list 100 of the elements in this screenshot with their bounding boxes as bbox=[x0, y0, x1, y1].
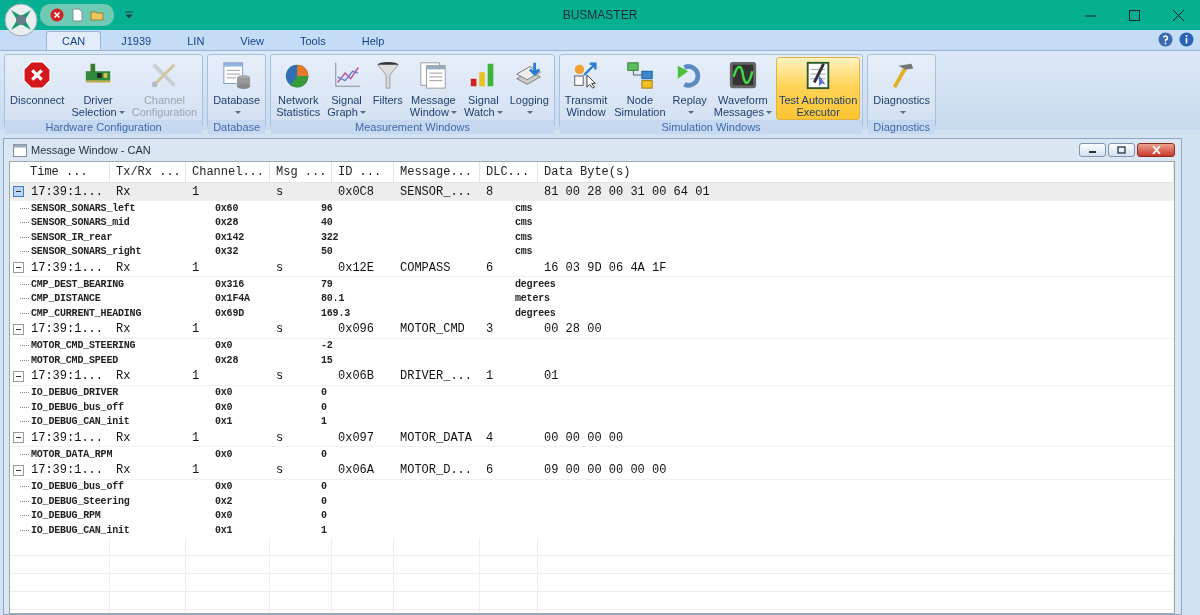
stop-icon bbox=[22, 60, 53, 90]
physical-value: 1 bbox=[321, 416, 328, 428]
column-header[interactable]: Data Byte(s) bbox=[538, 162, 1174, 182]
ribbon-tab[interactable]: Help bbox=[345, 31, 401, 50]
close-button[interactable] bbox=[1137, 143, 1175, 157]
ribbon-button[interactable]: Node Simulation bbox=[611, 57, 669, 120]
ribbon-button[interactable]: Driver Selection bbox=[68, 57, 128, 120]
raw-value: 0x142 bbox=[215, 231, 245, 243]
message-row[interactable]: 17:39:1... Rx 1 s 0x096 MOTOR_CMD 3 00 28 00 bbox=[10, 320, 1174, 339]
signal-name: IO_DEBUG_bus_off bbox=[31, 401, 124, 413]
raw-value: 0x69D bbox=[215, 307, 245, 319]
ribbon-tab[interactable]: View bbox=[224, 31, 280, 50]
table-cell: 17:39:1... bbox=[31, 430, 103, 445]
ribbon-button[interactable]: Waveform Messages bbox=[710, 57, 775, 120]
table-cell-text: Rx bbox=[115, 369, 132, 383]
group-label: Hardware Configuration bbox=[5, 120, 203, 134]
column-header[interactable]: DLC... bbox=[480, 162, 538, 182]
close-icon bbox=[1172, 9, 1184, 21]
help-icon[interactable] bbox=[1158, 32, 1173, 47]
window-title: Message Window - CAN bbox=[31, 144, 151, 156]
column-header[interactable]: Message... bbox=[394, 162, 480, 182]
table-cell-text: SENSOR_... bbox=[399, 184, 473, 199]
collapse-icon[interactable] bbox=[13, 323, 24, 335]
physical-value: 80.1 bbox=[321, 293, 346, 305]
message-row[interactable]: 17:39:1... Rx 1 s 0x0C8 SENSOR_... 8 81 00 28 00 31 00 64 01 bbox=[10, 183, 1174, 201]
message-row[interactable]: 17:39:1... Rx 1 s 0x06B DRIVER_... 1 01 bbox=[10, 367, 1174, 386]
physical-value: 40 bbox=[321, 217, 334, 229]
collapse-icon[interactable] bbox=[13, 432, 24, 443]
maximize-icon bbox=[1128, 9, 1140, 21]
ribbon-button[interactable]: Signal Watch bbox=[460, 57, 506, 120]
table-cell-text: s bbox=[275, 369, 285, 383]
ribbon-tab[interactable]: LIN bbox=[171, 31, 221, 50]
ribbon-button[interactable]: Test Automation Executor bbox=[776, 57, 861, 120]
raw-value: 0x28 bbox=[215, 217, 240, 229]
signal-name: CMP_CURRENT_HEADING bbox=[31, 307, 142, 319]
raw-value: 0x0 bbox=[215, 387, 234, 399]
new-document-icon[interactable] bbox=[70, 8, 84, 22]
raw-value: 0x1 bbox=[215, 416, 234, 428]
ribbon-button[interactable]: Disconnect bbox=[7, 57, 68, 120]
table-cell-text: Rx bbox=[115, 184, 132, 199]
message-row[interactable]: 17:39:1... Rx 1 s 0x097 MOTOR_DATA 4 00 00 00 00 bbox=[10, 429, 1174, 447]
ribbon-tab[interactable]: Tools bbox=[284, 31, 342, 50]
signal-name: CMP_DEST_BEARING bbox=[31, 278, 124, 290]
ribbon-tab[interactable]: J1939 bbox=[105, 31, 168, 50]
raw-value: 0x60 bbox=[215, 202, 240, 214]
raw-value: 0x32 bbox=[215, 246, 240, 258]
ribbon-button[interactable]: Replay bbox=[669, 57, 710, 120]
signal-name: SENSOR_SONARS_left bbox=[31, 202, 136, 214]
physical-value: 0 bbox=[321, 495, 328, 507]
column-header[interactable]: Tx/Rx ... bbox=[110, 162, 186, 182]
signal-unit: cms bbox=[515, 231, 534, 243]
message-row[interactable]: 17:39:1... Rx 1 s 0x06A MOTOR_D... 6 09 00 00 00 00 00 bbox=[10, 461, 1174, 480]
signal-name: IO_DEBUG_bus_off bbox=[31, 481, 124, 493]
ribbon-button[interactable]: Diagnostics bbox=[870, 57, 934, 120]
restore-button[interactable] bbox=[1108, 143, 1135, 157]
close-icon[interactable] bbox=[50, 8, 64, 22]
ribbon-button[interactable]: Database bbox=[210, 57, 264, 120]
collapse-icon[interactable] bbox=[13, 262, 24, 273]
table-cell-text: Rx bbox=[115, 260, 132, 275]
column-header[interactable]: Channel... bbox=[186, 162, 270, 182]
raw-value: 0x1F4A bbox=[215, 293, 251, 305]
physical-value: 1 bbox=[321, 524, 328, 536]
minimize-button[interactable] bbox=[1079, 143, 1106, 157]
ribbon-button[interactable]: Filters bbox=[369, 57, 406, 120]
table-cell-text: Rx bbox=[115, 463, 132, 477]
table-cell: 17:39:1... bbox=[31, 369, 103, 383]
column-header[interactable]: Time ... bbox=[10, 162, 110, 182]
table-cell-text: DRIVER_... bbox=[399, 369, 473, 383]
ribbon-button[interactable]: Message Window bbox=[406, 57, 460, 120]
table-cell-text: 3 bbox=[485, 322, 495, 336]
ribbon-button[interactable]: Logging bbox=[506, 57, 552, 120]
raw-value: 0x0 bbox=[215, 340, 234, 352]
message-row[interactable]: 17:39:1... Rx 1 s 0x12E COMPASS 6 16 03 9D 06 4A 1F bbox=[10, 259, 1174, 277]
table-cell-text: 6 bbox=[485, 260, 495, 275]
ribbon-tab[interactable]: CAN bbox=[46, 31, 102, 50]
table-cell-text: 0x12E bbox=[337, 260, 375, 275]
wave-icon bbox=[727, 60, 758, 90]
info-icon[interactable] bbox=[1179, 32, 1194, 47]
table-cell-text: 1 bbox=[191, 260, 201, 275]
caret-icon[interactable] bbox=[124, 11, 134, 19]
table-cell-text: COMPASS bbox=[399, 260, 452, 275]
signal-name: IO_DEBUG_CAN_init bbox=[31, 524, 130, 536]
table-cell-text: 1 bbox=[191, 463, 201, 477]
table-cell-text: s bbox=[275, 260, 285, 275]
signal-name: SENSOR_SONARS_mid bbox=[31, 217, 130, 229]
ribbon-button[interactable]: Network Statistics bbox=[273, 57, 324, 120]
collapse-icon[interactable] bbox=[13, 464, 24, 476]
signal-name: IO_DEBUG_Steering bbox=[31, 495, 130, 507]
window-icon bbox=[13, 143, 27, 157]
signal-name: IO_DEBUG_DRIVER bbox=[31, 387, 118, 399]
signal-name: IO_DEBUG_CAN_init bbox=[31, 416, 130, 428]
physical-value: 322 bbox=[321, 231, 340, 243]
collapse-icon[interactable] bbox=[13, 186, 24, 197]
column-header[interactable]: ID ... bbox=[332, 162, 394, 182]
ribbon-button[interactable]: Signal Graph bbox=[324, 57, 369, 120]
table-cell-text: MOTOR_DATA bbox=[399, 430, 473, 445]
restore-icon bbox=[1117, 146, 1126, 154]
ribbon-button[interactable]: Transmit Window bbox=[561, 57, 611, 120]
collapse-icon[interactable] bbox=[13, 370, 24, 382]
column-header[interactable]: Msg ... bbox=[270, 162, 332, 182]
